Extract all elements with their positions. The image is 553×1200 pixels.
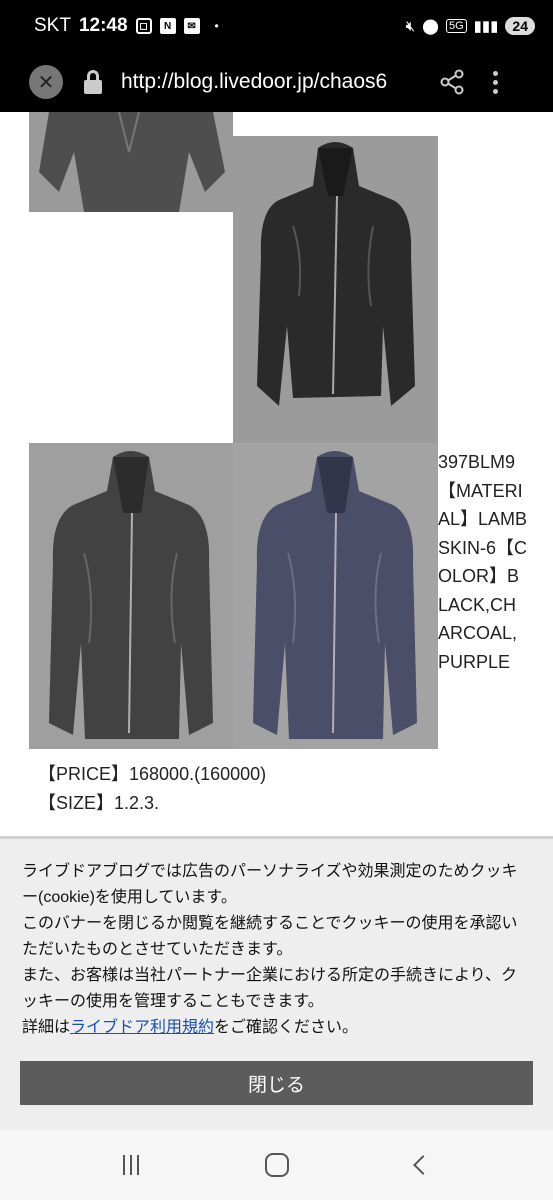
overflow-menu-icon[interactable]: [491, 70, 499, 94]
jacket-photo-top-crop[interactable]: [29, 112, 233, 212]
share-icon[interactable]: [439, 69, 465, 95]
cookie-text-prefix: 詳細は: [22, 1019, 71, 1036]
jacket-photo-purple[interactable]: [233, 443, 438, 749]
size-line: 【SIZE】1.2.3.: [38, 793, 160, 813]
terms-link[interactable]: ライブドア利用規約: [70, 1019, 214, 1036]
clock: 12:48: [78, 15, 128, 36]
status-bar: SKT 12:48 ◻ N ✉ • 🔇︎ ⬤ 5G ▮▮▮ 24: [0, 0, 553, 52]
home-icon[interactable]: [265, 1153, 290, 1177]
back-icon[interactable]: [412, 1155, 433, 1175]
cookie-text-line3: また、お客様は当社パートナー企業における所定の手続きにより、クッキーの使用を管理…: [22, 967, 518, 1010]
signal-icon: ▮▮▮: [473, 18, 499, 35]
url-field[interactable]: http://blog.livedoor.jp/chaos6: [121, 70, 417, 94]
mail-icon: ✉: [183, 18, 200, 34]
screenshot-icon: ◻: [135, 18, 152, 34]
recents-icon[interactable]: [123, 1155, 140, 1175]
product-description: 397BLM9【MATERIAL】LAMBSKIN-6【COLOR】BLACK,…: [438, 452, 528, 672]
system-nav-bar: [0, 1130, 553, 1200]
cookie-text-line1: ライブドアブログでは広告のパーソナライズや効果測定のためクッキー(cookie)…: [22, 863, 518, 906]
mute-icon: 🔇︎: [405, 17, 416, 35]
price-line: 【PRICE】168000.(160000): [38, 764, 267, 784]
carrier-label: SKT: [34, 15, 71, 36]
dot-icon: •: [214, 19, 219, 33]
cookie-text-line2: このバナーを閉じるか閲覧を継続することでクッキーの使用を承認いただいたものとさせ…: [22, 915, 518, 958]
cookie-text-suffix: をご確認ください。: [214, 1019, 359, 1036]
cookie-text: ライブドアブログでは広告のパーソナライズや効果測定のためクッキー(cookie)…: [22, 859, 531, 1041]
lock-icon[interactable]: [83, 70, 103, 94]
network-label: 5G: [445, 19, 467, 33]
cookie-consent-banner: ライブドアブログでは広告のパーソナライズや効果測定のためクッキー(cookie)…: [0, 836, 553, 1130]
location-icon: ⬤: [422, 18, 439, 35]
close-tab-icon[interactable]: ✕: [29, 65, 63, 99]
battery-indicator: 24: [505, 17, 535, 35]
browser-toolbar: ✕ http://blog.livedoor.jp/chaos6: [0, 52, 553, 112]
jacket-photo-black[interactable]: [233, 136, 438, 443]
jacket-photo-charcoal[interactable]: [29, 443, 233, 749]
n-app-icon: N: [159, 18, 176, 34]
cookie-text-line4: 詳細はライブドア利用規約をご確認ください。: [22, 1015, 531, 1041]
close-banner-button[interactable]: 閉じる: [20, 1061, 533, 1105]
blog-content: 397BLM9【MATERIAL】LAMBSKIN-6【COLOR】BLACK,…: [0, 112, 553, 836]
